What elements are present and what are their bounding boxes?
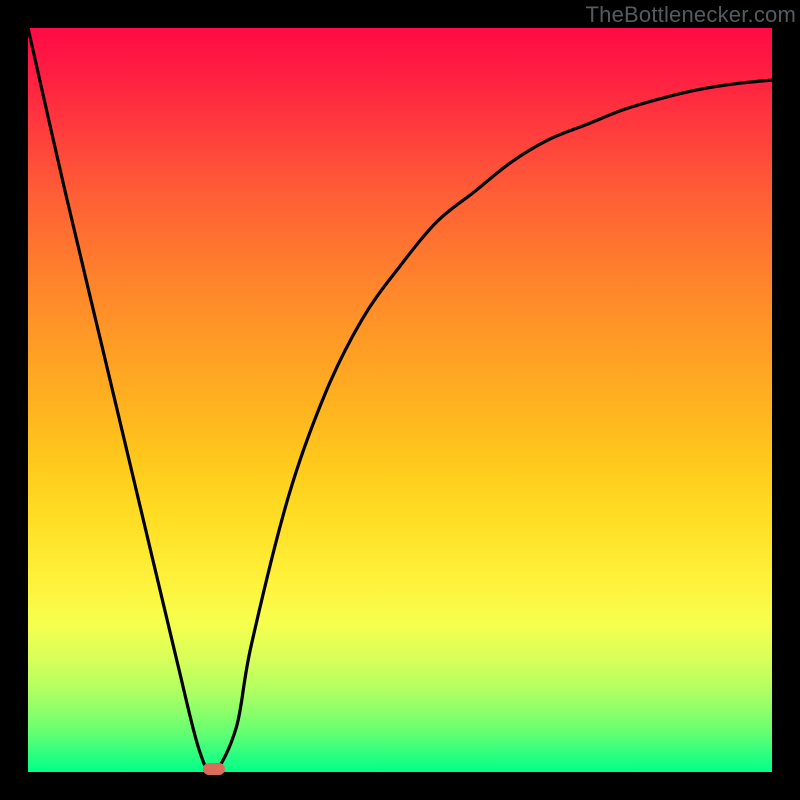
watermark-text: TheBottlenecker.com (586, 2, 796, 28)
plot-frame (28, 28, 772, 772)
optimal-point-marker (203, 763, 225, 775)
plot-area (28, 28, 772, 772)
bottleneck-curve (28, 28, 772, 772)
